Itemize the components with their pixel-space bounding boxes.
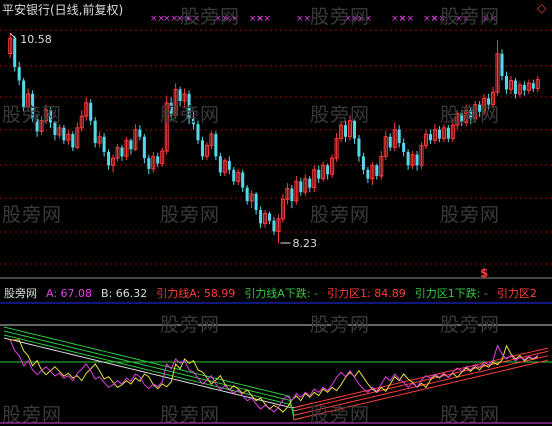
candle-body xyxy=(500,53,504,77)
watermark: 股旁网 xyxy=(2,204,63,226)
candle-body xyxy=(17,67,21,81)
candle-body xyxy=(299,181,303,193)
candle-body xyxy=(107,151,111,166)
legend-item: 股旁网 xyxy=(4,287,37,300)
watermark: 股旁网 xyxy=(440,314,501,336)
candle-body xyxy=(375,165,379,177)
candle-body xyxy=(513,80,517,94)
candle-body xyxy=(357,138,361,157)
chart-title: 平安银行(日线,前复权) xyxy=(2,3,124,17)
candle-body xyxy=(366,169,370,179)
watermark: 股旁网 xyxy=(440,204,501,226)
watermark: 股旁网 xyxy=(160,314,221,336)
candle-body xyxy=(142,136,146,159)
candle-body xyxy=(446,127,450,139)
corner-diamond-icon[interactable]: ◇ xyxy=(537,2,546,15)
candle-body xyxy=(437,129,441,139)
signal-dollar-mark: $ xyxy=(480,266,488,280)
watermark: 股旁网 xyxy=(440,6,501,28)
legend-item: 引力区2 xyxy=(496,287,537,300)
candle-body xyxy=(402,143,406,152)
candle-body xyxy=(259,209,263,224)
candle-body xyxy=(13,38,17,68)
watermark: 股旁网 xyxy=(160,104,221,126)
indicator-legend: 股旁网 A: 67.08 B: 66.32 引力线A: 58.99 引力线A下跌: - 引… xyxy=(4,285,546,301)
candle-body xyxy=(272,220,276,232)
watermark: 股旁网 xyxy=(2,104,63,126)
watermark: 股旁网 xyxy=(440,404,501,426)
watermark: 股旁网 xyxy=(310,404,371,426)
candle-body xyxy=(227,160,231,170)
candle-body xyxy=(504,76,509,90)
candle-body xyxy=(89,102,93,121)
candle-body xyxy=(62,127,66,141)
watermark: 股旁网 xyxy=(160,404,221,426)
watermark: 股旁网 xyxy=(160,204,221,226)
candle-body xyxy=(138,129,142,137)
legend-item: B: 66.32 xyxy=(101,287,148,300)
candle-body xyxy=(102,136,106,152)
legend-item: 引力线A下跌: - xyxy=(244,287,319,300)
legend-item: 引力区1: 84.89 xyxy=(327,287,406,300)
watermark: 股旁网 xyxy=(310,6,371,28)
candle-body xyxy=(267,213,272,221)
candle-body xyxy=(428,134,433,141)
signal-mark: ×× xyxy=(296,14,311,24)
candle-body xyxy=(120,147,124,157)
candle-body xyxy=(93,120,97,143)
watermark: 股旁网 xyxy=(310,314,371,336)
legend-item: 引力区1下跌: - xyxy=(414,287,488,300)
candle-body xyxy=(406,151,410,166)
candle-body xyxy=(317,169,321,179)
low-price-label: 8.23 xyxy=(292,237,317,250)
candle-body xyxy=(415,154,419,166)
candle-body xyxy=(200,140,205,157)
candle-body xyxy=(147,158,151,169)
high-price-label: 10.58 xyxy=(20,33,52,46)
candle-body xyxy=(290,188,294,202)
signal-mark: ×× xyxy=(399,14,414,24)
watermark: 股旁网 xyxy=(2,404,63,426)
watermark: 股旁网 xyxy=(180,6,241,28)
candle-body xyxy=(531,83,535,89)
candle-body xyxy=(245,187,249,202)
candle-body xyxy=(361,156,365,170)
candle-body xyxy=(522,84,526,91)
candle-body xyxy=(214,134,218,157)
candle-body xyxy=(308,178,312,188)
watermark: 股旁网 xyxy=(440,104,501,126)
candle-body xyxy=(156,156,160,164)
legend-item: 引力线A: 58.99 xyxy=(156,287,236,300)
legend-item: A: 67.08 xyxy=(46,287,93,300)
watermark: 股旁网 xyxy=(310,104,371,126)
candle-body xyxy=(388,136,392,148)
candle-body xyxy=(326,165,330,175)
candle-body xyxy=(397,129,401,143)
candle-body xyxy=(71,134,75,148)
candle-body xyxy=(254,193,258,210)
candle-body xyxy=(129,140,133,150)
chart-canvas: 10.58 8.23 ×× ×× ×× ×× ×× ×× ×× ×× ×× ×× ×× ×× ×× ×× ×× ×… xyxy=(0,0,552,426)
watermark: 股旁网 xyxy=(310,204,371,226)
candle-body xyxy=(241,172,245,188)
candle-body xyxy=(218,156,222,173)
signal-mark: ×× xyxy=(256,14,271,24)
candle-body xyxy=(232,169,236,182)
